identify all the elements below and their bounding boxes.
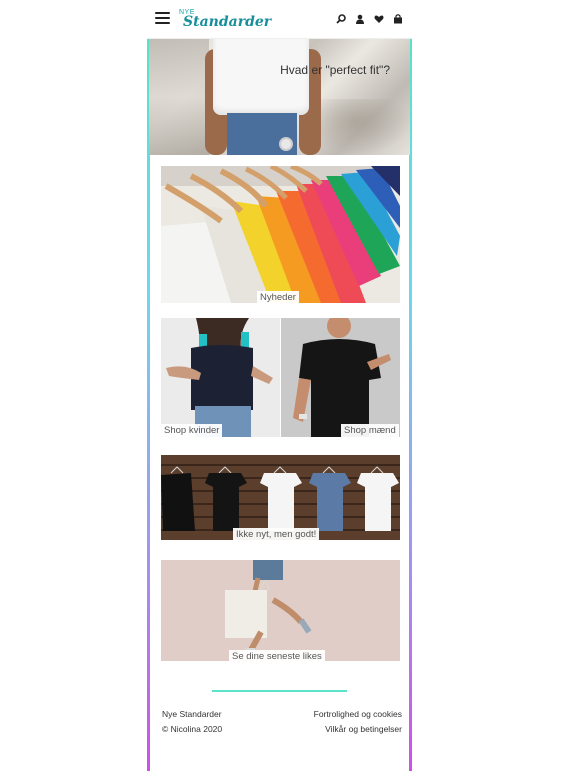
tote-bag-image (161, 560, 400, 661)
shop-men-tile[interactable]: Shop mænd (281, 318, 400, 437)
site-logo[interactable]: NYE Standarder (179, 9, 271, 29)
woman-model-image (161, 318, 280, 437)
hanging-tshirts-image (161, 166, 400, 303)
hero-title: Hvad er "perfect fit"? (280, 63, 390, 77)
hero-wall-texture (149, 39, 209, 155)
news-tile[interactable]: Nyheder (161, 166, 400, 303)
top-header: NYE Standarder (147, 0, 412, 38)
logo-main-text: Standarder (183, 14, 272, 30)
man-model-image (281, 318, 400, 437)
shop-women-tile[interactable]: Shop kvinder (161, 318, 280, 437)
not-new-tile[interactable]: Ikke nyt, men godt! (161, 455, 400, 540)
header-icons (336, 11, 403, 24)
bag-icon[interactable] (393, 11, 403, 24)
hero-wall-texture (320, 99, 410, 155)
terms-link[interactable]: Vilkår og betingelser (325, 724, 402, 734)
likes-tile[interactable]: Se dine seneste likes (161, 560, 400, 661)
menu-icon[interactable] (155, 12, 170, 25)
likes-caption: Se dine seneste likes (229, 650, 325, 661)
privacy-link[interactable]: Fortrolighed og cookies (314, 709, 402, 719)
not-new-caption: Ikke nyt, men godt! (233, 528, 320, 540)
footer-brand: Nye Standarder (162, 709, 222, 719)
hero-banner[interactable]: Hvad er "perfect fit"? (149, 39, 410, 155)
heart-icon[interactable] (374, 11, 384, 23)
shop-women-caption: Shop kvinder (161, 424, 223, 437)
user-icon[interactable] (355, 11, 365, 24)
footer-copyright: © Nicolina 2020 (162, 724, 223, 734)
shop-men-caption: Shop mænd (341, 424, 399, 437)
hero-tshirt (213, 39, 309, 115)
news-tile-caption: Nyheder (257, 291, 299, 303)
footer-divider (212, 690, 347, 692)
search-icon[interactable] (336, 11, 346, 24)
hero-watch (279, 137, 293, 151)
